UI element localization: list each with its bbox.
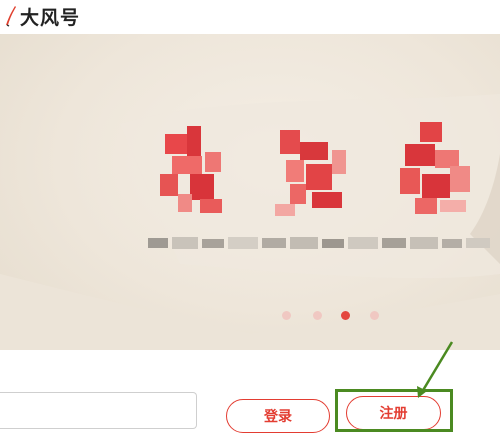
carousel-indicators: [0, 311, 500, 321]
carousel-dot[interactable]: [282, 311, 291, 320]
brand-name: 大风号: [20, 6, 81, 29]
brush-stroke-logo-icon: [6, 6, 16, 27]
carousel-dot[interactable]: [313, 311, 322, 320]
hero-banner: [0, 34, 500, 350]
banner-artwork: [0, 94, 500, 350]
carousel-dot-active[interactable]: [341, 311, 350, 320]
partial-input-field[interactable]: [0, 392, 197, 429]
annotation-highlight-box: [335, 389, 453, 432]
top-bar: 大风号: [0, 0, 500, 34]
brand-logo[interactable]: 大风号: [4, 4, 81, 29]
login-button[interactable]: 登录: [226, 399, 330, 433]
carousel-dot[interactable]: [370, 311, 379, 320]
